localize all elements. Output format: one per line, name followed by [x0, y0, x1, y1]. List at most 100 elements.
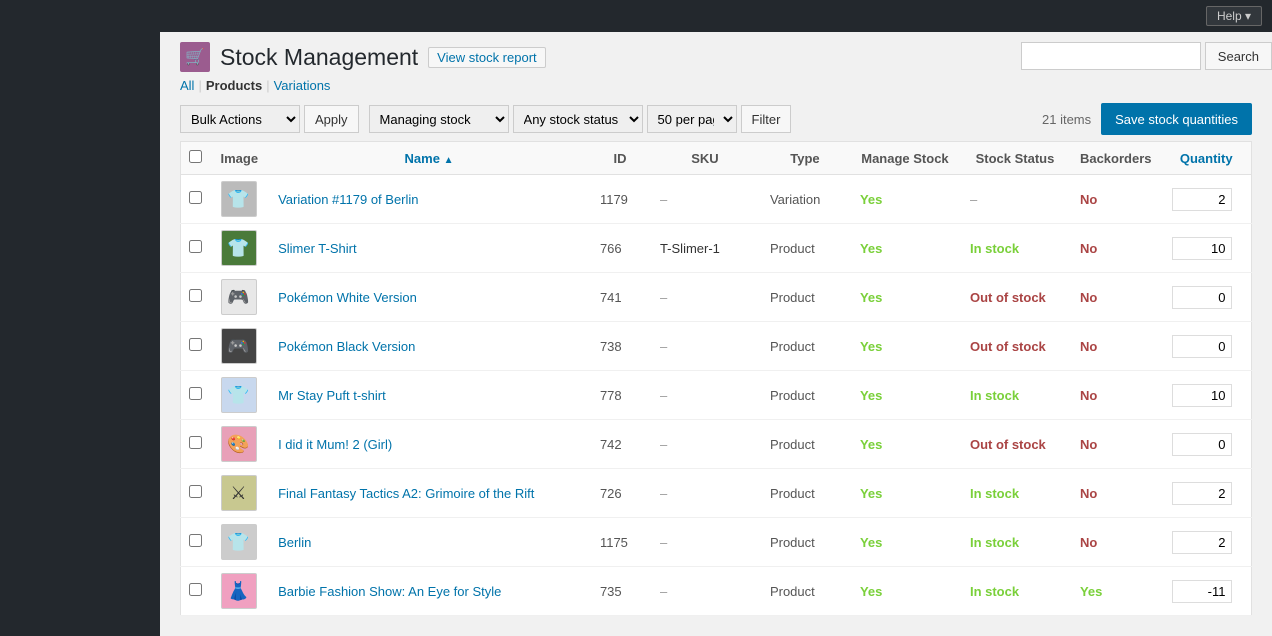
row-check — [181, 371, 211, 420]
col-name[interactable]: Name ▲ — [268, 142, 590, 175]
product-name-link[interactable]: Pokémon White Version — [278, 290, 417, 305]
product-thumbnail: 👗 — [221, 573, 257, 609]
row-image: ⚔ — [211, 469, 269, 518]
managing-stock-select[interactable]: Managing stock — [369, 105, 509, 133]
row-stock-status: In stock — [960, 224, 1070, 273]
product-name-link[interactable]: Slimer T-Shirt — [278, 241, 357, 256]
row-check — [181, 469, 211, 518]
row-image: 👗 — [211, 567, 269, 616]
row-checkbox[interactable] — [189, 436, 202, 449]
subnav: All | Products | Variations — [180, 76, 1252, 99]
row-name: Pokémon White Version — [268, 273, 590, 322]
row-checkbox[interactable] — [189, 338, 202, 351]
subnav-all[interactable]: All — [180, 78, 194, 93]
col-image: Image — [211, 142, 269, 175]
row-stock-status: In stock — [960, 567, 1070, 616]
row-quantity — [1162, 322, 1252, 371]
row-type: Variation — [760, 175, 850, 224]
row-image: 👕 — [211, 518, 269, 567]
row-type: Product — [760, 273, 850, 322]
row-stock-status: In stock — [960, 469, 1070, 518]
product-name-link[interactable]: Variation #1179 of Berlin — [278, 192, 418, 207]
row-image: 👕 — [211, 224, 269, 273]
search-button[interactable]: Search — [1205, 42, 1272, 70]
product-name-link[interactable]: Final Fantasy Tactics A2: Grimoire of th… — [278, 486, 534, 501]
subnav-products[interactable]: Products — [206, 78, 262, 93]
row-name: I did it Mum! 2 (Girl) — [268, 420, 590, 469]
row-id: 738 — [590, 322, 650, 371]
row-checkbox[interactable] — [189, 534, 202, 547]
product-name-link[interactable]: Barbie Fashion Show: An Eye for Style — [278, 584, 501, 599]
product-name-link[interactable]: Pokémon Black Version — [278, 339, 415, 354]
view-stock-report-link[interactable]: View stock report — [428, 47, 545, 68]
row-sku: – — [650, 469, 760, 518]
row-name: Berlin — [268, 518, 590, 567]
row-sku: – — [650, 518, 760, 567]
row-checkbox[interactable] — [189, 191, 202, 204]
quantity-input[interactable] — [1172, 188, 1232, 211]
filter-button[interactable]: Filter — [741, 105, 792, 133]
quantity-input[interactable] — [1172, 384, 1232, 407]
product-name-link[interactable]: Mr Stay Puft t-shirt — [278, 388, 386, 403]
quantity-input[interactable] — [1172, 237, 1232, 260]
search-box: Search — [1021, 42, 1272, 70]
quantity-input[interactable] — [1172, 580, 1232, 603]
select-all-checkbox[interactable] — [189, 150, 202, 163]
row-checkbox[interactable] — [189, 485, 202, 498]
col-sku: SKU — [650, 142, 760, 175]
row-image: 🎨 — [211, 420, 269, 469]
row-manage-stock: Yes — [850, 469, 960, 518]
row-image: 👕 — [211, 371, 269, 420]
row-id: 735 — [590, 567, 650, 616]
product-thumbnail: 🎮 — [221, 328, 257, 364]
product-name-link[interactable]: I did it Mum! 2 (Girl) — [278, 437, 392, 452]
stock-status-select[interactable]: Any stock status — [513, 105, 643, 133]
stock-table: Image Name ▲ ID SKU Type Manage Stock St… — [180, 141, 1252, 616]
col-quantity: Quantity — [1162, 142, 1252, 175]
table-row: 👕 Mr Stay Puft t-shirt 778 – Product Yes… — [181, 371, 1252, 420]
product-name-link[interactable]: Berlin — [278, 535, 311, 550]
product-thumbnail: 👕 — [221, 230, 257, 266]
items-count: 21 items — [1042, 112, 1091, 127]
sep2: | — [266, 78, 269, 93]
per-page-select[interactable]: 50 per page — [647, 105, 737, 133]
row-manage-stock: Yes — [850, 420, 960, 469]
subnav-variations[interactable]: Variations — [274, 78, 331, 93]
row-stock-status: – — [960, 175, 1070, 224]
row-name: Barbie Fashion Show: An Eye for Style — [268, 567, 590, 616]
bulk-actions-select[interactable]: Bulk Actions — [180, 105, 300, 133]
table-row: 🎮 Pokémon White Version 741 – Product Ye… — [181, 273, 1252, 322]
row-image: 🎮 — [211, 273, 269, 322]
table-row: 🎮 Pokémon Black Version 738 – Product Ye… — [181, 322, 1252, 371]
product-thumbnail: 🎨 — [221, 426, 257, 462]
quantity-input[interactable] — [1172, 286, 1232, 309]
col-backorders: Backorders — [1070, 142, 1162, 175]
row-checkbox[interactable] — [189, 583, 202, 596]
page-icon: 🛒 — [180, 42, 210, 72]
quantity-input[interactable] — [1172, 335, 1232, 358]
search-input[interactable] — [1021, 42, 1201, 70]
sep1: | — [198, 78, 201, 93]
row-checkbox[interactable] — [189, 289, 202, 302]
apply-button[interactable]: Apply — [304, 105, 359, 133]
toolbar-right: 21 items Save stock quantities — [1042, 103, 1252, 135]
row-type: Product — [760, 420, 850, 469]
row-id: 778 — [590, 371, 650, 420]
row-quantity — [1162, 224, 1252, 273]
row-quantity — [1162, 567, 1252, 616]
row-name: Slimer T-Shirt — [268, 224, 590, 273]
quantity-input[interactable] — [1172, 433, 1232, 456]
row-stock-status: Out of stock — [960, 273, 1070, 322]
row-sku: – — [650, 420, 760, 469]
quantity-input[interactable] — [1172, 531, 1232, 554]
row-checkbox[interactable] — [189, 387, 202, 400]
row-backorders: No — [1070, 175, 1162, 224]
table-row: 👕 Slimer T-Shirt 766 T-Slimer-1 Product … — [181, 224, 1252, 273]
help-button[interactable]: Help ▾ — [1206, 6, 1262, 26]
toolbar: Bulk Actions Apply Managing stock Any st… — [180, 99, 1252, 141]
row-type: Product — [760, 322, 850, 371]
row-checkbox[interactable] — [189, 240, 202, 253]
save-stock-button[interactable]: Save stock quantities — [1101, 103, 1252, 135]
quantity-input[interactable] — [1172, 482, 1232, 505]
row-check — [181, 420, 211, 469]
